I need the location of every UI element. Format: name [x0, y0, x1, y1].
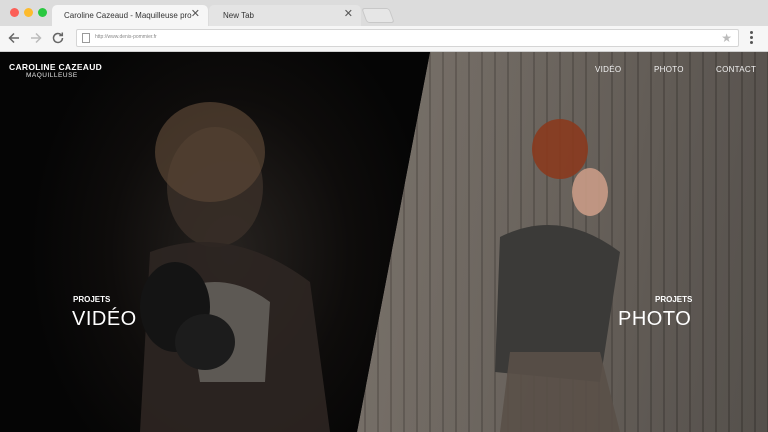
nav-contact[interactable]: CONTACT [716, 65, 756, 74]
tab-label: Caroline Cazeaud - Maquilleuse pro [64, 11, 192, 20]
nav-photo[interactable]: PHOTO [654, 65, 684, 74]
nav-video[interactable]: VIDÉO [595, 65, 621, 74]
reload-icon[interactable] [50, 30, 66, 46]
site-logo-name[interactable]: CAROLINE CAZEAUD [9, 62, 102, 72]
tab-caroline-cazeaud[interactable]: Caroline Cazeaud - Maquilleuse pro ✕ [52, 5, 208, 26]
hero-figures [140, 102, 620, 432]
browser-toolbar: http://www.denis-pommier.fr ★ [0, 26, 768, 52]
video-projects-title[interactable]: VIDÉO [72, 308, 137, 331]
new-tab-button[interactable] [361, 8, 395, 23]
boxer-figure [140, 102, 330, 432]
photo-projects-title[interactable]: PHOTO [618, 308, 691, 331]
photo-projects-kicker: PROJETS [655, 295, 693, 304]
star-icon[interactable]: ★ [721, 31, 732, 45]
url-text: http://www.denis-pommier.fr [95, 34, 157, 40]
close-tab-icon[interactable]: ✕ [191, 8, 200, 20]
tab-bar: Caroline Cazeaud - Maquilleuse pro ✕ New… [0, 0, 768, 26]
kebab-menu-icon[interactable] [748, 31, 754, 45]
tab-new-tab[interactable]: New Tab ✕ [209, 5, 361, 26]
close-window-icon[interactable] [10, 8, 19, 17]
address-bar[interactable]: http://www.denis-pommier.fr ★ [76, 29, 739, 47]
website-viewport: CAROLINE CAZEAUD MAQUILLEUSE VIDÉO PHOTO… [0, 52, 768, 432]
arrow-right-icon[interactable] [28, 30, 44, 46]
arrow-left-icon[interactable] [6, 30, 22, 46]
minimize-window-icon[interactable] [24, 8, 33, 17]
browser-window: Caroline Cazeaud - Maquilleuse pro ✕ New… [0, 0, 768, 432]
tab-label: New Tab [223, 11, 254, 20]
model-figure [495, 119, 620, 432]
page-icon [82, 33, 90, 43]
site-logo-subtitle: MAQUILLEUSE [26, 72, 78, 79]
video-projects-kicker: PROJETS [73, 295, 111, 304]
close-tab-icon[interactable]: ✕ [344, 8, 353, 20]
maximize-window-icon[interactable] [38, 8, 47, 17]
